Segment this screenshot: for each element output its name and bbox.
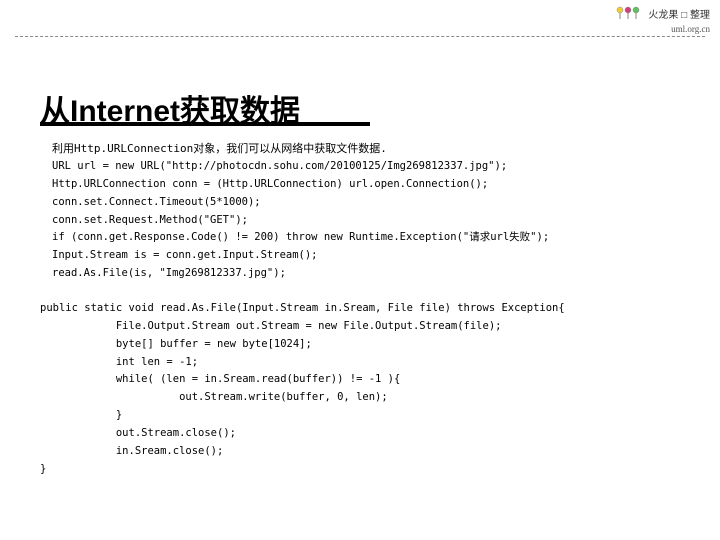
top-divider [15, 36, 705, 37]
code-block-2: public static void read.As.File(Input.St… [40, 300, 565, 478]
watermark-icon [614, 6, 644, 24]
watermark-brand: 火龙果 □ 整理 [648, 9, 710, 22]
watermark: 火龙果 □ 整理 uml.org.cn [614, 6, 710, 36]
intro-text: 利用Http.URLConnection对象，我们可以从网络中获取文件数据. [52, 140, 387, 156]
code-block-1: URL url = new URL("http://photocdn.sohu.… [52, 158, 549, 283]
watermark-url: uml.org.cn [614, 24, 710, 36]
title-underline [40, 122, 370, 126]
